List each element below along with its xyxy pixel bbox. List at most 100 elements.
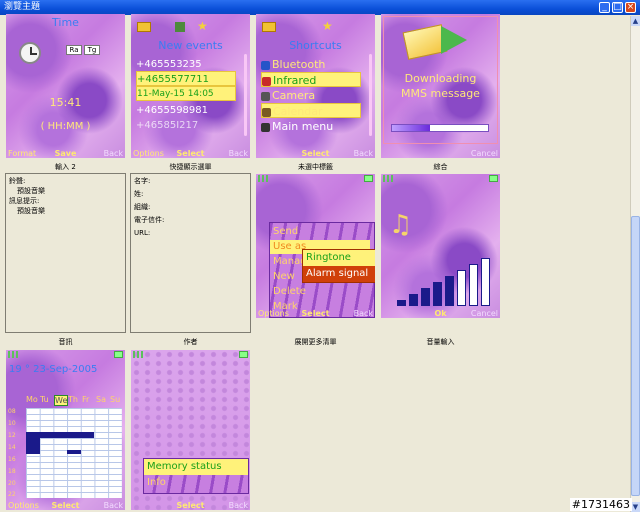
signal-icon xyxy=(8,351,18,358)
close-button[interactable]: × xyxy=(625,2,636,13)
url-label: URL: xyxy=(134,229,151,237)
tg-button[interactable]: Tg xyxy=(84,45,100,55)
scroll-thumb[interactable] xyxy=(631,216,640,496)
message-alert-value: 預設音樂 xyxy=(17,207,45,215)
softkeys: Format Save Back xyxy=(6,149,125,158)
softkey-right[interactable]: Back xyxy=(354,149,373,158)
camera-icon xyxy=(261,91,270,101)
battery-icon xyxy=(364,175,373,182)
preview-mms[interactable]: Downloading MMS message Cancel xyxy=(381,14,500,158)
scroll-down-arrow[interactable]: ▼ xyxy=(631,502,640,512)
envelope-icon xyxy=(137,22,151,32)
event-block xyxy=(40,432,94,438)
hour-label: 18 xyxy=(8,468,16,475)
softkey-right[interactable]: Back xyxy=(229,149,248,158)
list-scrollbar[interactable] xyxy=(369,54,372,136)
ringtone-label: 鈴聲: xyxy=(9,177,26,185)
shortcut-main-menu[interactable]: Main menu xyxy=(261,119,361,134)
signal-icon xyxy=(258,175,268,182)
menu-item-new[interactable]: New xyxy=(273,271,295,282)
star-icon: ★ xyxy=(322,19,333,33)
softkeys: Ok Cancel xyxy=(381,309,500,318)
event-block xyxy=(26,450,40,454)
hour-label: 10 xyxy=(8,420,16,427)
phone-icon xyxy=(175,22,185,32)
event-item-3[interactable]: 11-May-15 14:05 xyxy=(136,86,236,101)
day-fr[interactable]: Fr xyxy=(82,395,89,404)
softkeys: Select Back xyxy=(131,501,250,510)
shortcut-label: Camera xyxy=(272,89,316,102)
softkey-right[interactable]: Back xyxy=(354,309,373,318)
volume-bar xyxy=(481,258,490,306)
event-item-1[interactable]: +465553235 xyxy=(136,57,236,72)
softkey-right[interactable]: Back xyxy=(104,501,123,510)
signal-icon xyxy=(383,175,393,182)
minimize-button[interactable]: _ xyxy=(599,2,610,13)
week-grid[interactable] xyxy=(26,408,122,498)
preview-volume[interactable]: ♫ Ok Cancel xyxy=(381,174,500,318)
event-item-2[interactable]: +4655577711 xyxy=(136,71,236,86)
send-arrow-icon xyxy=(441,26,467,54)
submenu-item-ringtone[interactable]: Ringtone xyxy=(303,250,375,266)
time-format: ( HH:MM ) xyxy=(40,121,91,132)
shortcut-label: Bluetooth xyxy=(272,58,326,71)
maximize-button[interactable]: □ xyxy=(612,2,623,13)
preview-popup-menu[interactable]: Send Use as Manage New Delete Mark Ringt… xyxy=(256,174,375,318)
caption-time: 輸入 2 xyxy=(55,163,76,171)
list-scrollbar[interactable] xyxy=(244,54,247,136)
submenu-item-alarm-signal[interactable]: Alarm signal xyxy=(303,266,375,282)
screen-title: Time xyxy=(52,16,79,29)
battery-icon xyxy=(489,175,498,182)
hour-label: 12 xyxy=(8,432,16,439)
ringtone-value: 預設音樂 xyxy=(17,187,45,195)
softkeys: Options Select Back xyxy=(6,501,125,510)
softkey-right[interactable]: Cancel xyxy=(471,309,498,318)
menu-item-memory-status[interactable]: Memory status xyxy=(144,459,248,475)
day-th[interactable]: Th xyxy=(68,395,78,404)
shortcut-label: Calendar xyxy=(273,105,323,118)
shortcut-calendar[interactable]: Calendar xyxy=(261,103,361,118)
vertical-scrollbar[interactable]: ▲ ▼ xyxy=(630,16,640,512)
shortcut-camera[interactable]: Camera xyxy=(261,88,361,103)
caption-mms: 綜合 xyxy=(433,163,448,171)
shortcut-bluetooth[interactable]: Bluetooth xyxy=(261,57,361,72)
scroll-up-arrow[interactable]: ▲ xyxy=(631,16,640,26)
screen-title: Shortcuts xyxy=(289,39,342,52)
preview-calendar[interactable]: 19 ° 23-Sep-2005 Mo Tu We Th Fr Sa Su 08… xyxy=(6,350,125,510)
menu-item-send[interactable]: Send xyxy=(273,226,298,237)
menu-item-delete[interactable]: Delete xyxy=(273,286,306,297)
calendar-date: 19 ° 23-Sep-2005 xyxy=(9,364,98,375)
day-we[interactable]: We xyxy=(54,395,69,406)
preview-shortcuts[interactable]: ★ Shortcuts Bluetooth Infrared Camera Ca… xyxy=(256,14,375,158)
download-progress-bar xyxy=(391,124,489,132)
volume-bar xyxy=(433,282,442,306)
ra-button[interactable]: Ra xyxy=(66,45,82,55)
softkey-right[interactable]: Back xyxy=(104,149,123,158)
status-bar xyxy=(258,175,373,183)
memory-menu: Memory status Info xyxy=(143,458,249,494)
hour-label: 08 xyxy=(8,408,16,415)
softkey-right[interactable]: Cancel xyxy=(471,149,498,158)
volume-bar xyxy=(421,288,430,306)
mms-status-line1: Downloading xyxy=(404,72,477,85)
preview-memory[interactable]: Memory status Info Select Back xyxy=(131,350,250,510)
menu-item-info[interactable]: Info xyxy=(144,475,248,491)
caption-author: 作者 xyxy=(183,338,198,346)
preview-time[interactable]: Time Ra Tg 15:41 ( HH:MM ) Format Save B… xyxy=(6,14,125,158)
theme-browser-window: 瀏覽主題 _ □ × ▲ ▼ Time Ra Tg 15:41 ( HH:MM … xyxy=(0,0,640,512)
softkey-right[interactable]: Back xyxy=(229,501,248,510)
event-block xyxy=(26,432,40,450)
menu-icon xyxy=(261,122,270,132)
music-note-icon: ♫ xyxy=(389,210,413,240)
first-name-label: 名字: xyxy=(134,177,151,185)
caption-audio: 音訊 xyxy=(58,338,73,346)
day-mo[interactable]: Mo xyxy=(26,395,38,404)
event-item-4[interactable]: +4655598981 xyxy=(136,103,236,118)
battery-icon xyxy=(114,351,123,358)
day-su[interactable]: Su xyxy=(110,395,120,404)
shortcut-infrared[interactable]: Infrared xyxy=(261,72,361,87)
event-item-5[interactable]: +46585I217 xyxy=(136,118,236,133)
day-tu[interactable]: Tu xyxy=(40,395,49,404)
preview-events[interactable]: ★ New events +465553235 +4655577711 11-M… xyxy=(131,14,250,158)
day-sa[interactable]: Sa xyxy=(96,395,106,404)
